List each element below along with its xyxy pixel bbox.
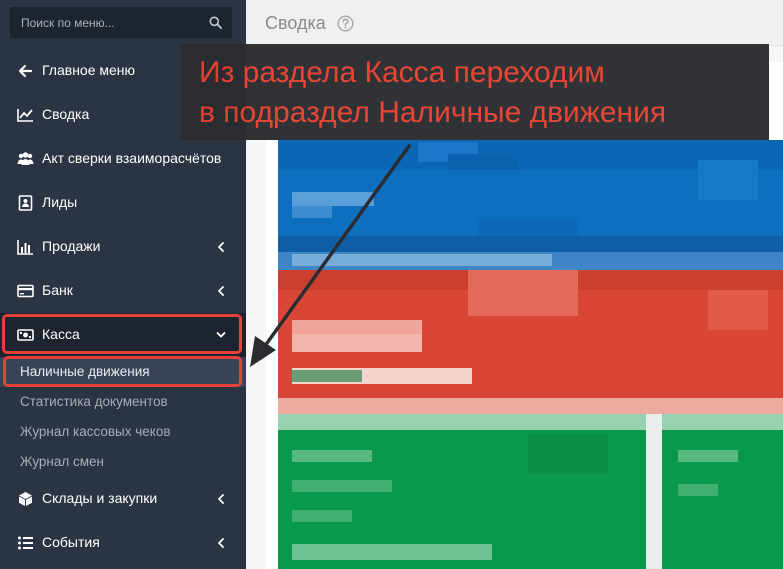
sidebar-item-leads[interactable]: Лиды: [0, 181, 246, 225]
sidebar-item-warehouses[interactable]: Склады и закупки: [0, 477, 246, 521]
bar-chart-icon: [17, 240, 33, 255]
search-input[interactable]: [10, 7, 210, 38]
sidebar-item-label: События: [42, 534, 100, 550]
summary-tile-green-2: [662, 414, 783, 569]
sidebar-item-label: Склады и закупки: [42, 490, 158, 506]
submenu-item-shift-log[interactable]: Журнал смен: [0, 447, 246, 477]
chevron-left-icon: [218, 242, 224, 252]
contact-card-icon: [18, 195, 33, 211]
cubes-icon: [19, 492, 32, 506]
help-icon[interactable]: [337, 15, 354, 32]
sidebar-item-label: Лиды: [42, 194, 78, 210]
page-title: Сводка: [265, 13, 326, 33]
menu-search: [10, 7, 232, 38]
sidebar-item-label: Банк: [42, 282, 73, 298]
chevron-left-icon: [218, 494, 224, 504]
sidebar-item-label: Сводка: [42, 106, 90, 122]
page-header: Сводка: [246, 0, 783, 46]
summary-tile-red: [278, 270, 783, 414]
sidebar-item-reconciliation[interactable]: Акт сверки взаиморасчётов: [0, 137, 246, 181]
submenu-item-document-stats[interactable]: Статистика документов: [0, 387, 246, 417]
summary-tile-green: [278, 414, 646, 569]
annotation-line-1: Из раздела Касса переходим: [199, 56, 605, 89]
annotation-callout: Из раздела Касса переходим в подраздел Н…: [181, 44, 769, 140]
submenu-item-label: Журнал смен: [20, 454, 105, 469]
sidebar-item-label: Акт сверки взаиморасчётов: [42, 150, 222, 166]
chevron-left-icon: [218, 286, 224, 296]
sidebar-item-events[interactable]: События: [0, 521, 246, 565]
arrow-left-icon: [18, 64, 33, 78]
submenu-item-label: Журнал кассовых чеков: [20, 424, 171, 439]
annotation-line-2: в подраздел Наличные движения: [199, 96, 667, 129]
line-chart-icon: [17, 109, 33, 122]
sidebar-item-bank[interactable]: Банк: [0, 269, 246, 313]
submenu-item-receipt-log[interactable]: Журнал кассовых чеков: [0, 417, 246, 447]
tile-gap: [646, 414, 662, 569]
cashbox-highlight: [2, 314, 242, 354]
submenu-item-label: Статистика документов: [20, 394, 168, 409]
list-icon: [18, 536, 33, 550]
credit-card-icon: [17, 284, 34, 298]
search-icon[interactable]: [209, 16, 222, 29]
sidebar-item-label: Продажи: [42, 238, 101, 254]
users-icon: [17, 152, 34, 165]
sidebar-item-sales[interactable]: Продажи: [0, 225, 246, 269]
sidebar-item-label: Главное меню: [42, 62, 136, 78]
cash-movements-highlight: [3, 356, 242, 387]
chevron-left-icon: [218, 538, 224, 548]
